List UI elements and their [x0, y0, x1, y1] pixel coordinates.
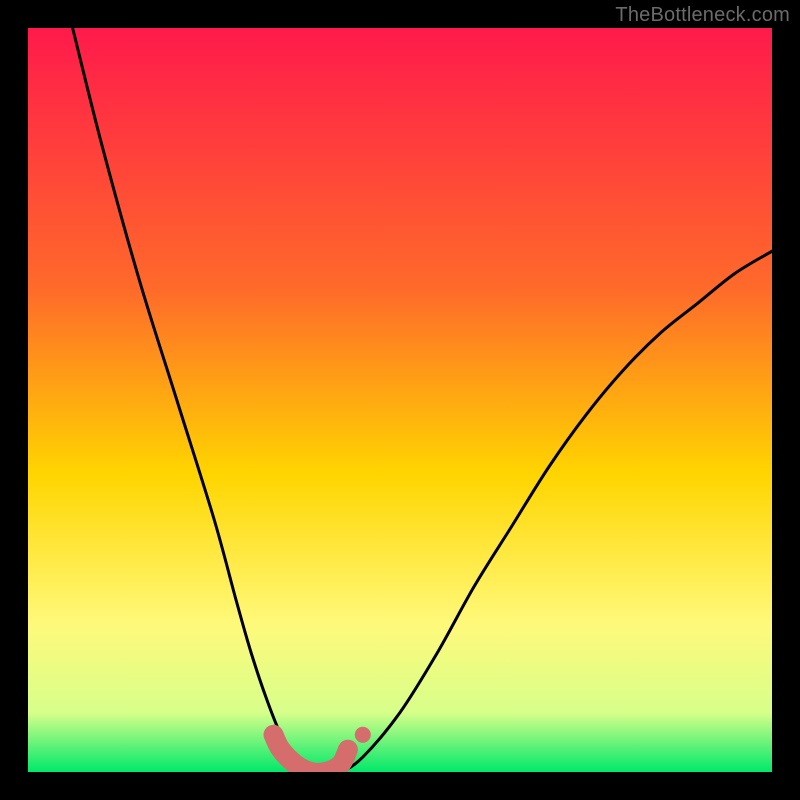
gradient-background — [28, 28, 772, 772]
attribution-text: TheBottleneck.com — [615, 4, 790, 27]
chart-frame — [28, 28, 772, 772]
bottleneck-chart — [28, 28, 772, 772]
highlight-dot — [355, 727, 371, 743]
